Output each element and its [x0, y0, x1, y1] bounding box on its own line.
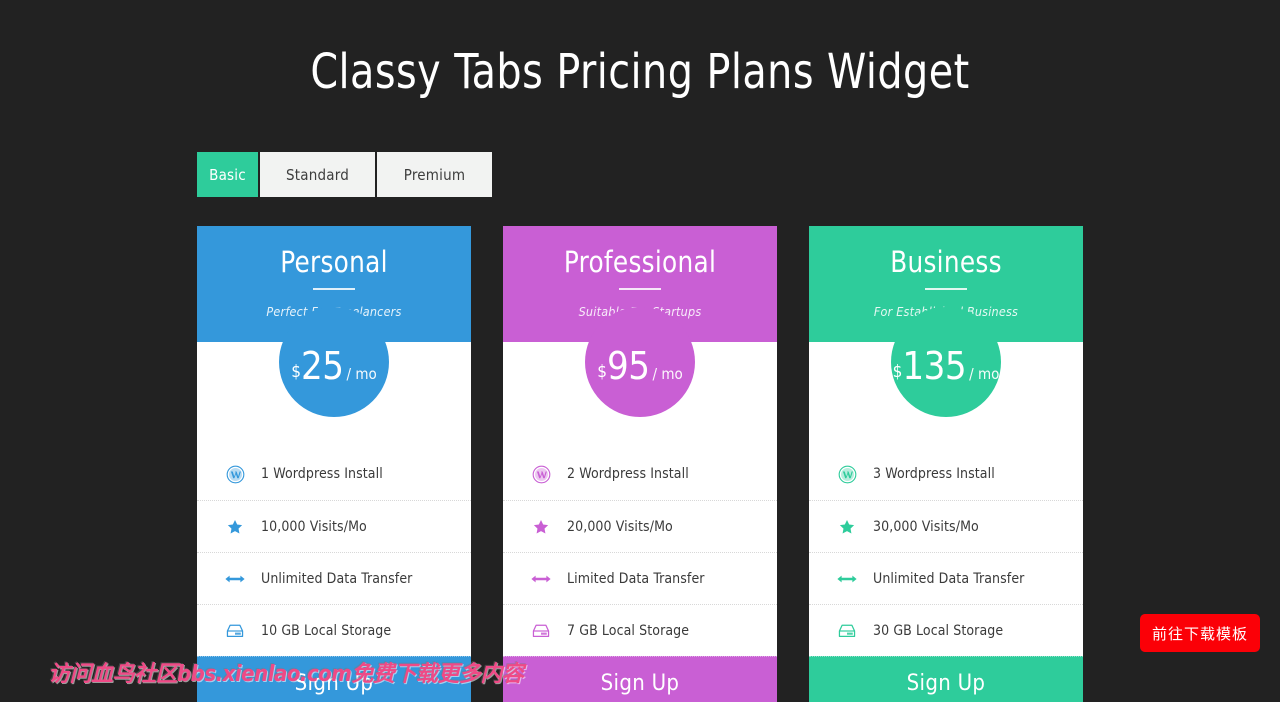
feature-item: Unlimited Data Transfer	[197, 552, 471, 604]
feature-item: 7 GB Local Storage	[503, 604, 777, 656]
feature-item: 30 GB Local Storage	[809, 604, 1083, 656]
feature-item: 10 GB Local Storage	[197, 604, 471, 656]
price-currency: $	[892, 362, 903, 382]
price-amount: 135	[902, 344, 967, 388]
feature-item: 20,000 Visits/Mo	[503, 500, 777, 552]
sign-up-button[interactable]: Sign Up	[503, 656, 777, 702]
feature-label: 7 GB Local Storage	[567, 622, 690, 639]
star-icon	[835, 517, 859, 537]
price-period: / mo	[969, 365, 1000, 383]
feature-label: 1 Wordpress Install	[261, 466, 383, 482]
price-currency: $	[597, 362, 607, 382]
tab-label: Basic	[209, 165, 246, 184]
arrows-horizontal-icon	[835, 569, 859, 589]
feature-list: 1 Wordpress Install 10,000 Visits/Mo Unlim…	[197, 448, 471, 656]
tab-label: Standard	[286, 165, 349, 184]
price-badge: $25/ mo	[279, 307, 389, 417]
feature-label: Unlimited Data Transfer	[873, 570, 1025, 587]
wordpress-icon	[223, 464, 247, 484]
feature-label: Limited Data Transfer	[567, 570, 705, 587]
feature-label: 30,000 Visits/Mo	[873, 518, 979, 535]
page-root: Classy Tabs Pricing Plans Widget Basic St…	[0, 0, 1280, 702]
plan-tabs: Basic Standard Premium	[197, 152, 492, 197]
feature-label: 10 GB Local Storage	[261, 622, 392, 639]
tab-standard[interactable]: Standard	[260, 152, 375, 197]
hard-drive-icon	[835, 621, 859, 641]
feature-label: 2 Wordpress Install	[567, 466, 689, 482]
page-title: Classy Tabs Pricing Plans Widget	[310, 44, 970, 100]
feature-item: Unlimited Data Transfer	[809, 552, 1083, 604]
plan-name: Personal	[280, 245, 388, 279]
feature-label: 30 GB Local Storage	[873, 622, 1004, 639]
price-area: $95/ mo	[503, 307, 777, 448]
price-period: / mo	[346, 365, 377, 383]
pricing-cards: PersonalPerfect For Freelancers$25/ mo1 …	[197, 226, 1083, 702]
pricing-card: ProfessionalSuitable For Startups$95/ mo…	[503, 226, 777, 702]
feature-item: 10,000 Visits/Mo	[197, 500, 471, 552]
star-icon	[223, 517, 247, 537]
price-area: $25/ mo	[197, 307, 471, 448]
pricing-card: BusinessFor Established Business$135/ mo…	[809, 226, 1083, 702]
price-currency: $	[291, 362, 301, 382]
price-value-group: $135/ mo	[893, 347, 1000, 385]
feature-label: Unlimited Data Transfer	[261, 570, 413, 587]
title-divider	[619, 288, 661, 290]
price-value-group: $95/ mo	[597, 347, 682, 385]
title-divider	[925, 288, 967, 290]
feature-item: 30,000 Visits/Mo	[809, 500, 1083, 552]
feature-item: Limited Data Transfer	[503, 552, 777, 604]
title-divider	[313, 288, 355, 290]
arrows-horizontal-icon	[529, 569, 553, 589]
plan-name: Business	[890, 245, 1002, 279]
feature-label: 3 Wordpress Install	[873, 466, 995, 482]
arrows-horizontal-icon	[223, 569, 247, 589]
sign-up-button[interactable]: Sign Up	[197, 656, 471, 702]
tab-label: Premium	[403, 165, 466, 184]
price-badge: $135/ mo	[891, 307, 1001, 417]
price-period: / mo	[652, 365, 683, 383]
tab-basic[interactable]: Basic	[197, 152, 258, 197]
tab-premium[interactable]: Premium	[377, 152, 492, 197]
feature-list: 3 Wordpress Install 30,000 Visits/Mo Unlim…	[809, 448, 1083, 656]
plan-name: Professional	[563, 245, 717, 279]
price-amount: 95	[607, 344, 650, 388]
feature-label: 10,000 Visits/Mo	[261, 518, 367, 535]
feature-item: 2 Wordpress Install	[503, 448, 777, 500]
hard-drive-icon	[529, 621, 553, 641]
feature-item: 1 Wordpress Install	[197, 448, 471, 500]
pricing-card: PersonalPerfect For Freelancers$25/ mo1 …	[197, 226, 471, 702]
feature-list: 2 Wordpress Install 20,000 Visits/Mo Limit…	[503, 448, 777, 656]
price-value-group: $25/ mo	[291, 347, 376, 385]
star-icon	[529, 517, 553, 537]
wordpress-icon	[529, 464, 553, 484]
hard-drive-icon	[223, 621, 247, 641]
feature-item: 3 Wordpress Install	[809, 448, 1083, 500]
sign-up-button[interactable]: Sign Up	[809, 656, 1083, 702]
feature-label: 20,000 Visits/Mo	[567, 518, 673, 535]
price-area: $135/ mo	[809, 307, 1083, 448]
price-badge: $95/ mo	[585, 307, 695, 417]
price-amount: 25	[301, 344, 344, 388]
download-template-button[interactable]: 前往下载模板	[1140, 614, 1260, 652]
wordpress-icon	[835, 464, 859, 484]
